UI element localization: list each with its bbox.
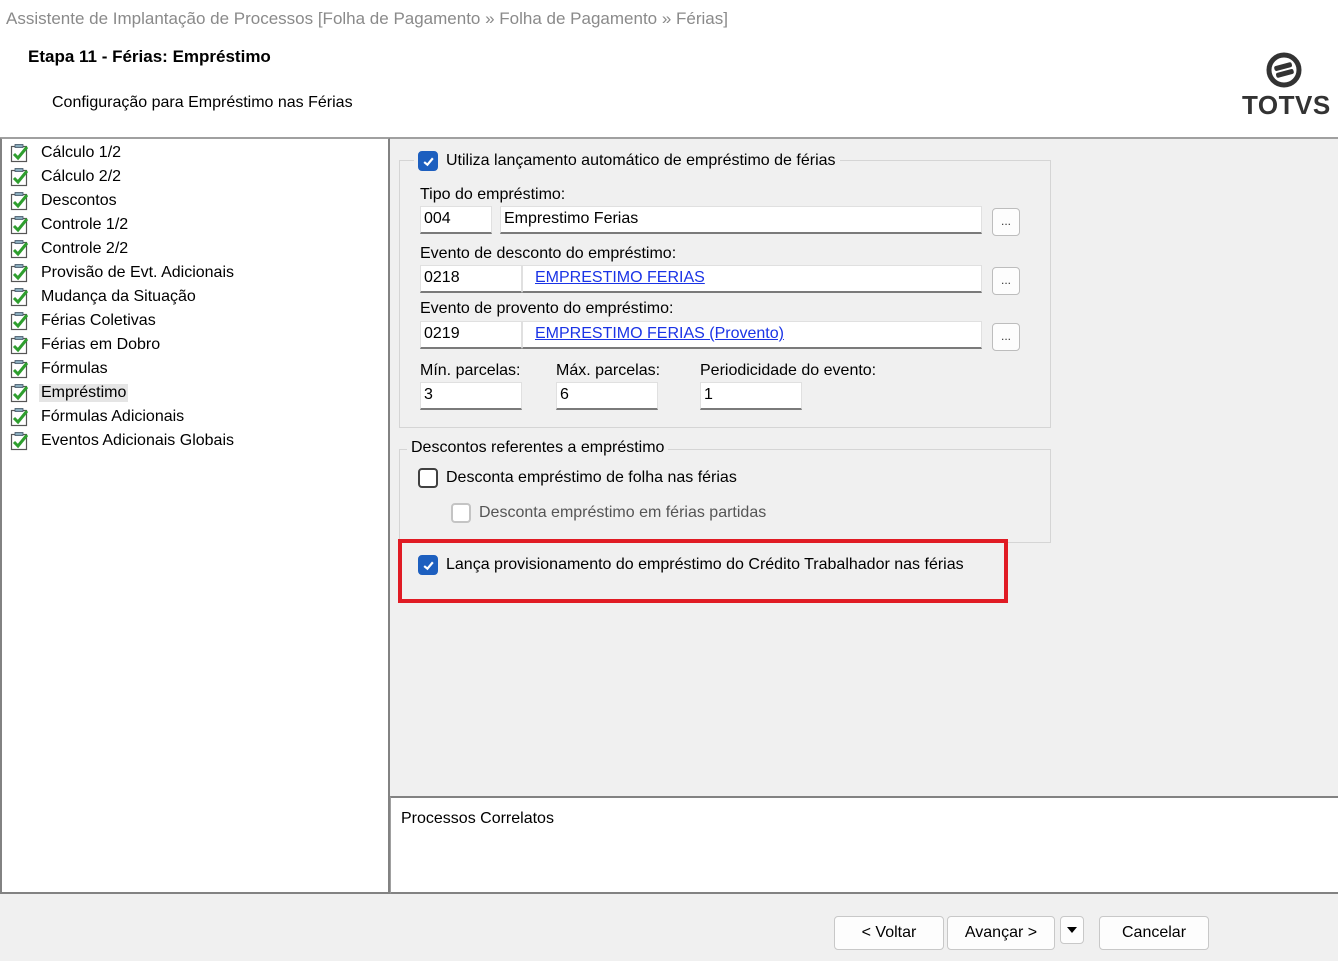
descontos-group-legend: Descontos referentes a empréstimo	[407, 439, 669, 457]
desconto-code-field[interactable]: 0218	[420, 265, 522, 293]
steps-tree: Cálculo 1/2 Cálculo 2/2 Descontos Controle …	[0, 138, 390, 894]
completed-check-icon	[10, 240, 29, 259]
completed-check-icon	[10, 360, 29, 379]
tree-item[interactable]: Mudança da Situação	[10, 286, 198, 308]
min-parcelas-field[interactable]: 3	[420, 382, 522, 410]
next-button[interactable]: Avançar >	[947, 916, 1055, 950]
tipo-label: Tipo do empréstimo:	[420, 186, 566, 203]
highlight-box	[398, 539, 1008, 603]
tree-item-label: Férias Coletivas	[41, 312, 156, 329]
checkmark-icon	[422, 157, 434, 166]
tree-item-label: Férias em Dobro	[41, 336, 161, 353]
related-processes-label: Processos Correlatos	[401, 810, 554, 827]
desconta-partidas-checkbox[interactable]	[451, 503, 471, 523]
descontos-group	[399, 449, 1051, 543]
completed-check-icon	[10, 168, 29, 187]
tipo-code-field[interactable]: 004	[420, 206, 492, 234]
tree-item[interactable]: Férias em Dobro	[10, 334, 162, 356]
desconta-folha-row[interactable]: Desconta empréstimo de folha nas férias	[414, 468, 741, 488]
wizard-header: Etapa 11 - Férias: Empréstimo Configuraç…	[0, 38, 1338, 138]
tree-item[interactable]: Controle 2/2	[10, 238, 130, 260]
wizard-footer: < Voltar Avançar > Cancelar	[0, 894, 1338, 961]
step-description: Configuração para Empréstimo nas Férias	[52, 94, 353, 111]
tree-item[interactable]: Fórmulas	[10, 358, 110, 380]
back-button[interactable]: < Voltar	[834, 916, 944, 950]
totvs-logo-icon	[1266, 52, 1302, 88]
min-parcelas-label: Mín. parcelas:	[420, 362, 521, 379]
tree-item-label: Cálculo 1/2	[41, 144, 122, 161]
tree-item[interactable]: Cálculo 1/2	[10, 142, 123, 164]
tree-item[interactable]: Eventos Adicionais Globais	[10, 430, 236, 452]
periodicidade-field[interactable]: 1	[700, 382, 802, 410]
tree-item-label: Fórmulas	[41, 360, 108, 377]
tipo-browse-button[interactable]: ...	[992, 208, 1020, 236]
completed-check-icon	[10, 408, 29, 427]
tipo-name-field[interactable]: Emprestimo Ferias	[500, 206, 982, 234]
tree-item[interactable]: Controle 1/2	[10, 214, 130, 236]
tree-item-label: Controle 2/2	[41, 240, 129, 257]
max-parcelas-field[interactable]: 6	[556, 382, 658, 410]
desconta-folha-checkbox[interactable]	[418, 468, 438, 488]
tree-item-label: Descontos	[41, 192, 117, 209]
tree-item[interactable]: Descontos	[10, 190, 119, 212]
completed-check-icon	[10, 336, 29, 355]
step-title: Etapa 11 - Férias: Empréstimo	[28, 47, 271, 66]
completed-check-icon	[10, 192, 29, 211]
next-dropdown-button[interactable]	[1060, 916, 1084, 944]
desconta-partidas-label: Desconta empréstimo em férias partidas	[479, 504, 767, 521]
tree-item[interactable]: Cálculo 2/2	[10, 166, 123, 188]
provento-browse-button[interactable]: ...	[992, 323, 1020, 351]
completed-check-icon	[10, 216, 29, 235]
window-title: Assistente de Implantação de Processos […	[0, 0, 1338, 38]
tree-item-label: Cálculo 2/2	[41, 168, 122, 185]
tree-item[interactable]: Fórmulas Adicionais	[10, 406, 186, 428]
completed-check-icon	[10, 144, 29, 163]
tree-item-label: Empréstimo	[39, 384, 129, 402]
tree-item[interactable]: Férias Coletivas	[10, 310, 158, 332]
tree-item-label: Mudança da Situação	[41, 288, 196, 305]
completed-check-icon	[10, 264, 29, 283]
max-parcelas-label: Máx. parcelas:	[556, 362, 661, 379]
completed-check-icon	[10, 312, 29, 331]
related-processes-panel: Processos Correlatos	[390, 796, 1338, 894]
desconto-browse-button[interactable]: ...	[992, 267, 1020, 295]
caret-down-icon	[1067, 927, 1077, 933]
cancel-button[interactable]: Cancelar	[1099, 916, 1209, 950]
desconto-label: Evento de desconto do empréstimo:	[420, 245, 677, 262]
step-content: Utiliza lançamento automático de emprést…	[390, 138, 1338, 796]
auto-loan-label: Utiliza lançamento automático de emprést…	[446, 152, 836, 169]
provento-label: Evento de provento do empréstimo:	[420, 300, 674, 317]
tree-item-label: Fórmulas Adicionais	[41, 408, 185, 425]
completed-check-icon	[10, 384, 29, 403]
tree-item-label: Controle 1/2	[41, 216, 129, 233]
auto-loan-checkbox-row[interactable]: Utiliza lançamento automático de emprést…	[414, 151, 840, 171]
desconto-event-link[interactable]: EMPRESTIMO FERIAS	[522, 265, 982, 293]
tree-item[interactable]: Empréstimo	[10, 382, 129, 404]
periodicidade-label: Periodicidade do evento:	[700, 362, 877, 379]
desconta-partidas-row[interactable]: Desconta empréstimo em férias partidas	[447, 503, 770, 523]
desconta-folha-label: Desconta empréstimo de folha nas férias	[446, 469, 737, 486]
logo-text: TOTVS	[1242, 90, 1331, 120]
tree-item-label: Eventos Adicionais Globais	[41, 432, 234, 449]
totvs-logo: TOTVS	[1242, 52, 1331, 124]
provento-event-link[interactable]: EMPRESTIMO FERIAS (Provento)	[522, 321, 982, 349]
provento-code-field[interactable]: 0219	[420, 321, 522, 349]
tree-item[interactable]: Provisão de Evt. Adicionais	[10, 262, 236, 284]
completed-check-icon	[10, 288, 29, 307]
tree-item-label: Provisão de Evt. Adicionais	[41, 264, 234, 281]
completed-check-icon	[10, 432, 29, 451]
auto-loan-checkbox[interactable]	[418, 151, 438, 171]
